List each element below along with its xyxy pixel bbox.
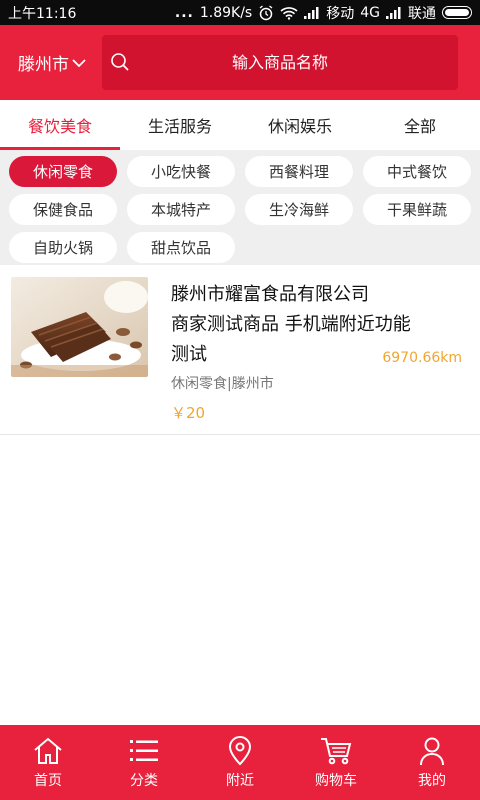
nav-nearby[interactable]: 附近 (192, 725, 288, 800)
chip-health-food[interactable]: 保健食品 (9, 194, 117, 225)
user-icon (416, 736, 448, 766)
nav-home-label: 首页 (34, 772, 62, 789)
carrier-unicom: 联通 (408, 5, 436, 22)
chip-hotpot[interactable]: 自助火锅 (9, 232, 117, 263)
nav-cart[interactable]: 购物车 (288, 725, 384, 800)
tab-food[interactable]: 餐饮美食 (0, 100, 120, 150)
status-indicators: ... 1.89K/s 移动 4G 联通 (175, 3, 472, 23)
search-box[interactable] (102, 35, 458, 90)
tab-leisure[interactable]: 休闲娱乐 (240, 100, 360, 150)
product-image (11, 277, 148, 377)
nav-category[interactable]: 分类 (96, 725, 192, 800)
nav-cart-label: 购物车 (315, 772, 357, 789)
category-tabs: 餐饮美食 生活服务 休闲娱乐 全部 (0, 100, 480, 150)
chip-chinese[interactable]: 中式餐饮 (363, 156, 471, 187)
subcategory-panel: 休闲零食 小吃快餐 西餐料理 中式餐饮 保健食品 本城特产 生冷海鲜 干果鲜蔬 … (0, 150, 480, 265)
search-icon (110, 52, 130, 76)
chip-fast-food[interactable]: 小吃快餐 (127, 156, 235, 187)
list-icon (128, 736, 160, 766)
city-selector[interactable]: 滕州市 (0, 50, 100, 75)
nav-home[interactable]: 首页 (0, 725, 96, 800)
nav-category-label: 分类 (130, 772, 158, 789)
nav-mine[interactable]: 我的 (384, 725, 480, 800)
nav-mine-label: 我的 (418, 772, 446, 789)
status-speed: 1.89K/s (199, 4, 253, 21)
bottom-nav: 首页 分类 附近 购物车 我的 (0, 725, 480, 800)
product-list: 滕州市耀富食品有限公司 商家测试商品 手机端附近功能 测试 6970.66km … (0, 265, 480, 435)
status-bar: 上午11:16 ... 1.89K/s 移动 4G 联通 (0, 0, 480, 25)
chip-nuts-produce[interactable]: 干果鲜蔬 (363, 194, 471, 225)
product-title-line: 商家测试商品 手机端附近功能 (171, 314, 411, 335)
product-category: 休闲零食|滕州市 (171, 376, 274, 392)
wifi-icon (280, 6, 298, 20)
list-item[interactable]: 滕州市耀富食品有限公司 商家测试商品 手机端附近功能 测试 6970.66km … (0, 265, 480, 435)
chip-local-specialty[interactable]: 本城特产 (127, 194, 235, 225)
product-price: ￥20 (171, 404, 206, 422)
search-input[interactable] (102, 53, 458, 72)
nav-nearby-label: 附近 (226, 772, 254, 789)
home-icon (32, 736, 64, 766)
location-icon (224, 735, 256, 766)
chip-seafood[interactable]: 生冷海鲜 (245, 194, 353, 225)
product-distance: 6970.66km (382, 350, 462, 366)
chevron-down-icon (72, 53, 86, 73)
carrier-mobile: 移动 (326, 5, 355, 22)
product-title-line: 滕州市耀富食品有限公司 (171, 284, 369, 305)
signal-icon (386, 6, 402, 19)
cart-icon (319, 736, 353, 766)
network-type: 4G (360, 4, 380, 21)
chip-desserts[interactable]: 甜点饮品 (127, 232, 235, 263)
alarm-icon (258, 4, 274, 21)
chip-western[interactable]: 西餐料理 (245, 156, 353, 187)
status-dots: ... (174, 4, 194, 21)
tab-life-services[interactable]: 生活服务 (120, 100, 240, 150)
battery-icon (442, 6, 472, 19)
status-time: 上午11:16 (8, 5, 77, 22)
chip-snacks[interactable]: 休闲零食 (9, 156, 117, 187)
signal-icon (304, 6, 320, 19)
header: 滕州市 (0, 25, 480, 100)
city-label: 滕州市 (18, 55, 69, 75)
tab-all[interactable]: 全部 (360, 100, 480, 150)
